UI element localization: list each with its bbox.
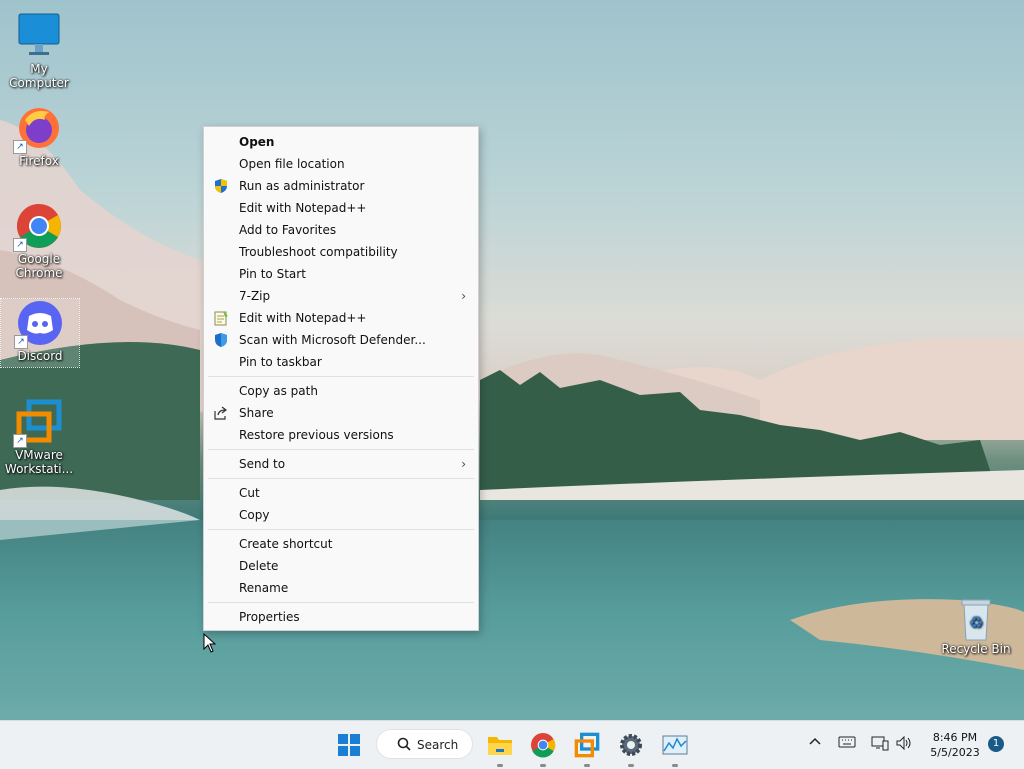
menu-item-7zip[interactable]: 7-Zip › — [204, 285, 478, 307]
desktop-icon-label: My Computer — [9, 62, 69, 90]
menu-item-add-to-favorites[interactable]: Add to Favorites — [204, 219, 478, 241]
menu-item-pin-to-taskbar[interactable]: Pin to taskbar — [204, 351, 478, 373]
menu-item-send-to[interactable]: Send to › — [204, 453, 478, 475]
discord-icon: ↗ — [14, 299, 64, 349]
start-button[interactable] — [333, 729, 365, 761]
file-explorer-icon — [488, 737, 512, 755]
mouse-cursor-icon — [203, 633, 217, 653]
taskbar-resource-monitor[interactable] — [659, 729, 691, 767]
desktop-icon-label: Recycle Bin — [941, 642, 1011, 656]
network-button[interactable] — [871, 735, 889, 755]
shortcut-arrow-icon: ↗ — [14, 335, 28, 349]
wallpaper — [0, 120, 1024, 720]
taskbar: Search 8:46 PM 5/5/2023 1 — [0, 720, 1024, 769]
menu-item-scan-with-defender[interactable]: Scan with Microsoft Defender... — [204, 329, 478, 351]
desktop-icon-discord[interactable]: ↗ Discord — [0, 298, 80, 368]
network-icon — [871, 736, 889, 751]
desktop-icon-recycle-bin[interactable]: ♻ Recycle Bin — [940, 598, 1012, 656]
svg-text:♻: ♻ — [969, 613, 983, 632]
desktop-icon-label: Discord — [17, 349, 63, 363]
notepadpp-icon — [213, 310, 229, 326]
clock-date: 5/5/2023 — [930, 746, 980, 759]
menu-item-edit-with-notepadpp-2[interactable]: Edit with Notepad++ — [204, 307, 478, 329]
taskbar-settings[interactable] — [615, 729, 647, 767]
desktop[interactable]: My Computer ↗ Firefox ↗ Google Chrome ↗ … — [0, 0, 1024, 720]
clock[interactable]: 8:46 PM 5/5/2023 — [920, 730, 990, 760]
running-indicator — [584, 764, 590, 767]
taskbar-vmware[interactable] — [571, 729, 603, 767]
settings-icon — [620, 734, 642, 756]
menu-item-pin-to-start[interactable]: Pin to Start — [204, 263, 478, 285]
resource-monitor-icon — [662, 735, 688, 755]
menu-item-restore-previous-versions[interactable]: Restore previous versions — [204, 424, 478, 446]
menu-item-share[interactable]: Share — [204, 402, 478, 424]
vmware-icon: ↗ — [13, 398, 63, 448]
chevron-right-icon: › — [461, 289, 466, 303]
taskbar-search-box[interactable]: Search — [376, 729, 473, 759]
context-menu: Open Open file location Run as administr… — [203, 126, 479, 631]
menu-separator — [208, 376, 474, 377]
chevron-right-icon: › — [461, 457, 466, 471]
desktop-icon-label: Firefox — [19, 154, 59, 168]
monitor-icon — [15, 12, 63, 60]
vmware-icon — [574, 732, 600, 758]
chevron-up-icon — [809, 737, 821, 745]
shortcut-arrow-icon: ↗ — [13, 140, 27, 154]
notification-badge[interactable]: 1 — [988, 736, 1004, 752]
desktop-icon-firefox[interactable]: ↗ Firefox — [0, 104, 78, 168]
keyboard-button[interactable] — [838, 735, 856, 753]
search-label: Search — [417, 738, 459, 752]
running-indicator — [540, 764, 546, 767]
menu-item-delete[interactable]: Delete — [204, 555, 478, 577]
desktop-icon-vmware[interactable]: ↗ VMware Workstati... — [0, 398, 78, 476]
menu-item-run-as-administrator[interactable]: Run as administrator — [204, 175, 478, 197]
menu-separator — [208, 449, 474, 450]
keyboard-icon — [838, 736, 856, 748]
defender-shield-icon — [213, 332, 229, 348]
menu-item-rename[interactable]: Rename — [204, 577, 478, 599]
search-icon — [397, 737, 411, 751]
menu-item-edit-with-notepadpp[interactable]: Edit with Notepad++ — [204, 197, 478, 219]
menu-separator — [208, 478, 474, 479]
volume-button[interactable] — [895, 735, 913, 755]
menu-separator — [208, 529, 474, 530]
menu-item-troubleshoot-compatibility[interactable]: Troubleshoot compatibility — [204, 241, 478, 263]
running-indicator — [628, 764, 634, 767]
shortcut-arrow-icon: ↗ — [13, 434, 27, 448]
menu-item-open-file-location[interactable]: Open file location — [204, 153, 478, 175]
share-icon — [213, 405, 229, 421]
menu-item-copy-as-path[interactable]: Copy as path — [204, 380, 478, 402]
chrome-icon: ↗ — [13, 202, 63, 252]
desktop-icon-label: VMware Workstati... — [4, 448, 74, 476]
menu-separator — [208, 602, 474, 603]
desktop-icon-label: Google Chrome — [15, 252, 63, 280]
chrome-icon — [531, 733, 556, 758]
menu-item-open[interactable]: Open — [204, 131, 478, 153]
desktop-icon-my-computer[interactable]: My Computer — [0, 12, 78, 90]
menu-item-create-shortcut[interactable]: Create shortcut — [204, 533, 478, 555]
uac-shield-icon — [213, 178, 229, 194]
start-icon — [338, 734, 360, 756]
firefox-icon: ↗ — [13, 104, 63, 154]
volume-icon — [896, 735, 911, 751]
running-indicator — [497, 764, 503, 767]
taskbar-file-explorer[interactable] — [484, 729, 516, 767]
clock-time: 8:46 PM — [932, 731, 978, 744]
recycle-bin-icon: ♻ — [956, 598, 996, 642]
shortcut-arrow-icon: ↗ — [13, 238, 27, 252]
menu-item-copy[interactable]: Copy — [204, 504, 478, 526]
taskbar-chrome[interactable] — [527, 729, 559, 767]
menu-item-cut[interactable]: Cut — [204, 482, 478, 504]
menu-item-properties[interactable]: Properties — [204, 606, 478, 628]
desktop-icon-google-chrome[interactable]: ↗ Google Chrome — [0, 202, 78, 280]
running-indicator — [672, 764, 678, 767]
show-hidden-icons-button[interactable] — [808, 735, 822, 753]
